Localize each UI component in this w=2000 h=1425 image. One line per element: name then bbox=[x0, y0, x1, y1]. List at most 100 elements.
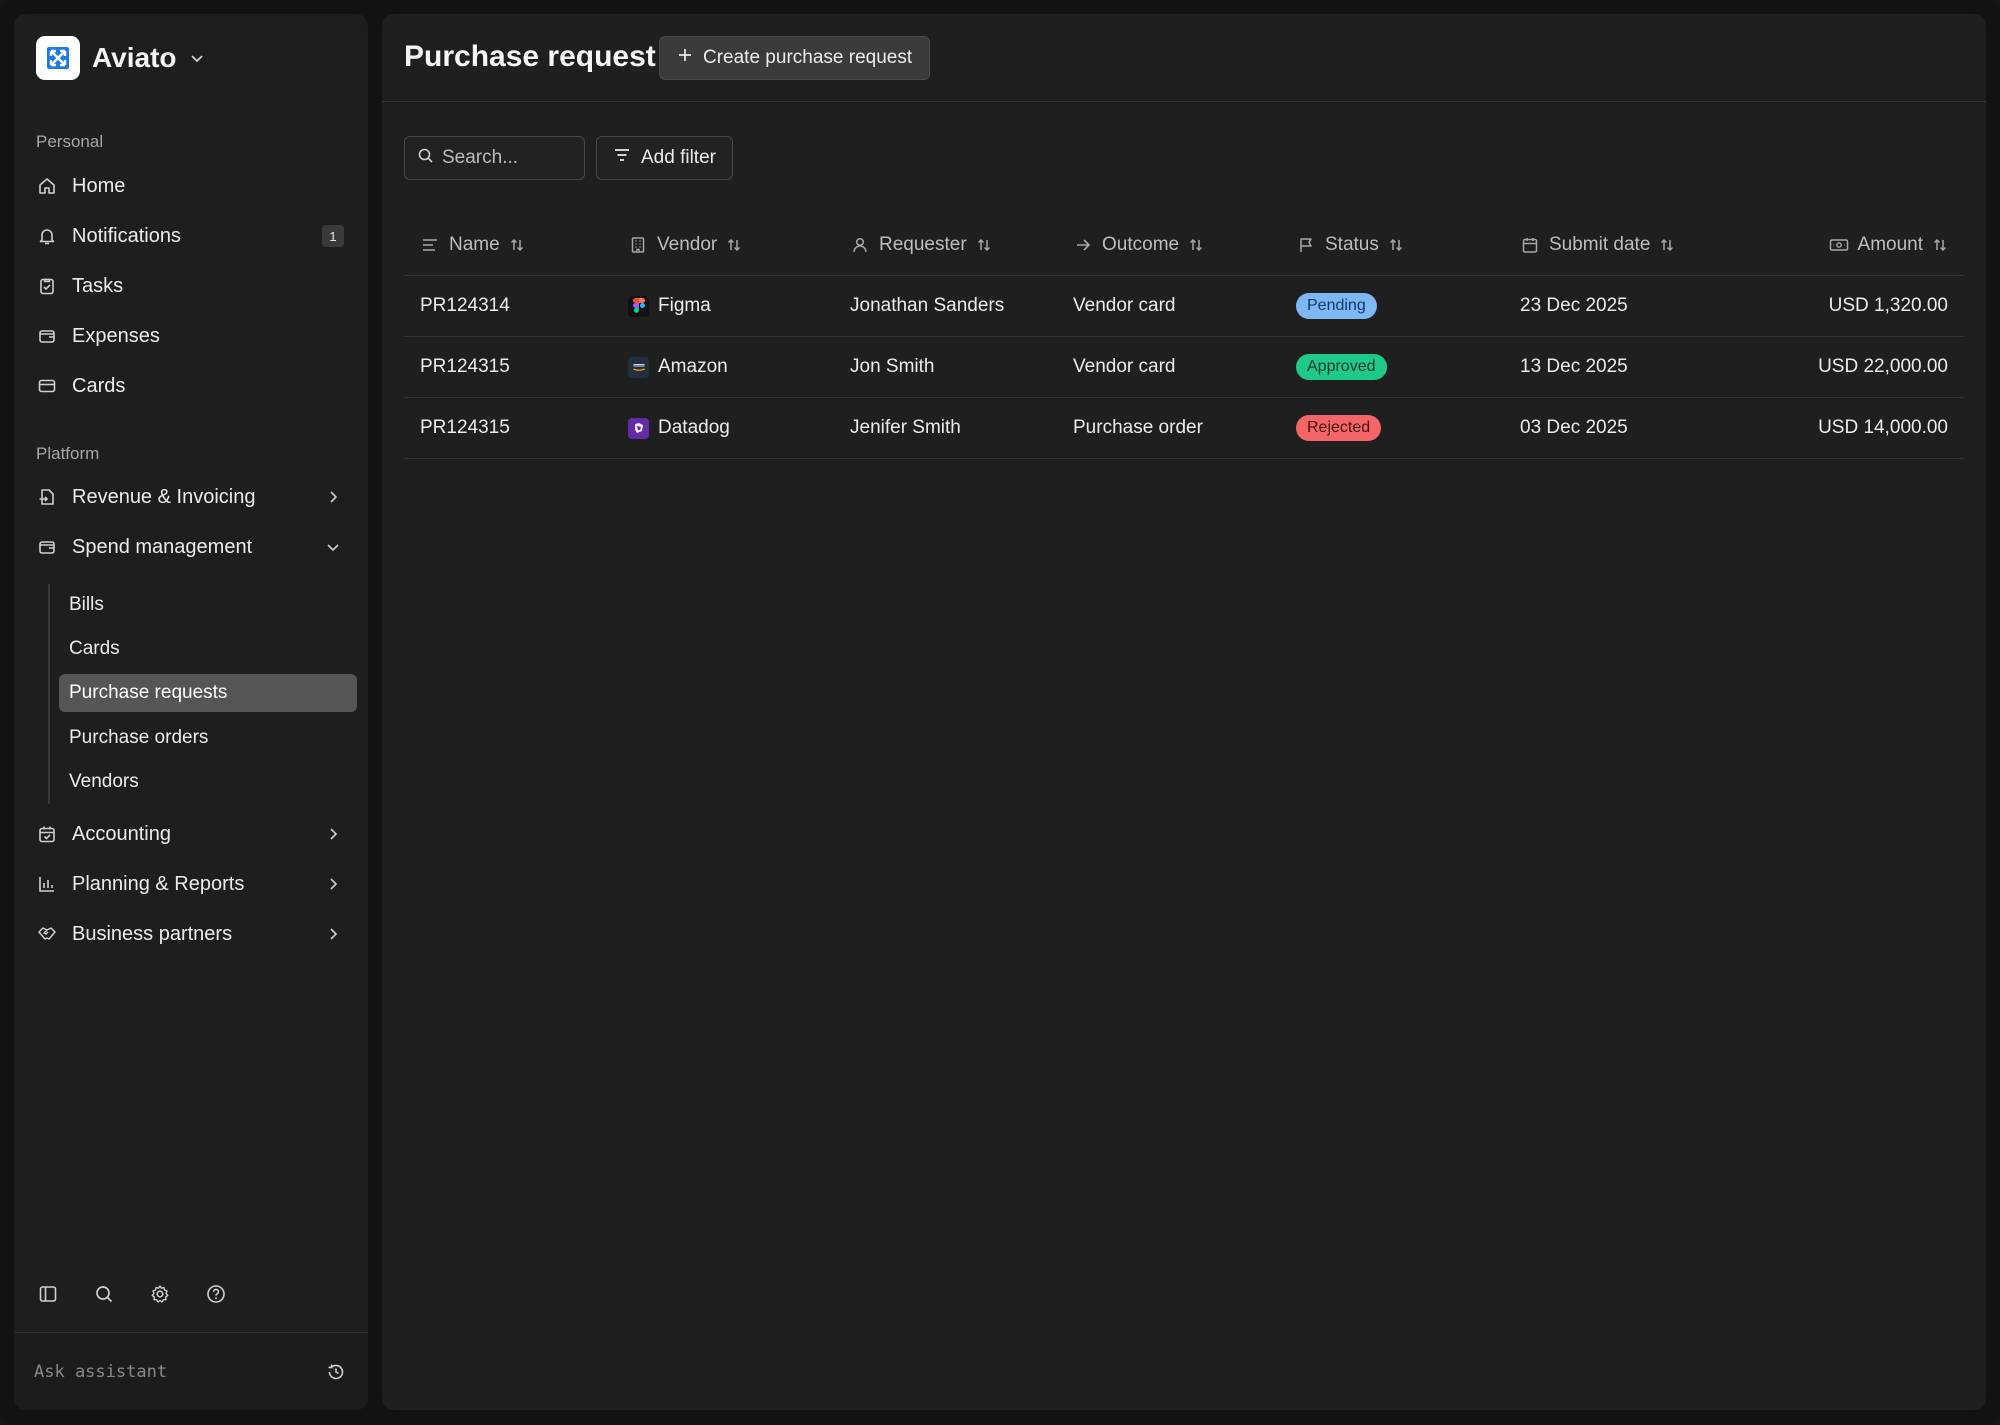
column-label: Submit date bbox=[1549, 233, 1651, 255]
sidebar-item-home[interactable]: Home bbox=[36, 166, 356, 206]
column-header-vendor[interactable]: Vendor bbox=[628, 234, 850, 256]
bell-icon bbox=[36, 225, 58, 247]
create-button-label: Create purchase request bbox=[703, 47, 913, 68]
sidebar-item-label: Expenses bbox=[72, 324, 160, 347]
sidebar: Aviato Personal Home Notifications 1 Tas… bbox=[14, 14, 368, 1410]
sidebar-item-business-partners[interactable]: Business partners bbox=[36, 914, 356, 954]
sidebar-item-label: Planning & Reports bbox=[72, 872, 245, 895]
chevron-right-icon bbox=[322, 486, 344, 508]
aviato-logo-icon bbox=[36, 36, 80, 80]
cell-vendor: Datadog bbox=[628, 417, 850, 439]
history-icon[interactable] bbox=[324, 1360, 348, 1384]
status-badge: Pending bbox=[1296, 293, 1377, 319]
sort-icon[interactable] bbox=[726, 237, 742, 253]
main-panel: Purchase request Create purchase request… bbox=[382, 14, 1986, 1410]
user-icon bbox=[850, 235, 870, 255]
sidebar-item-label: Cards bbox=[72, 374, 126, 397]
sidebar-item-notifications[interactable]: Notifications 1 bbox=[36, 216, 356, 256]
sort-icon[interactable] bbox=[1388, 237, 1404, 253]
sort-icon[interactable] bbox=[1659, 237, 1675, 253]
column-header-status[interactable]: Status bbox=[1296, 234, 1520, 256]
sidebar-subitem-purchase-requests[interactable]: Purchase requests bbox=[59, 674, 357, 712]
chevron-right-icon bbox=[322, 923, 344, 945]
column-header-submit-date[interactable]: Submit date bbox=[1520, 234, 1744, 256]
column-header-requester[interactable]: Requester bbox=[850, 234, 1073, 256]
table-row[interactable]: PR124314 Figma Jonathan Sanders Vendor c… bbox=[404, 276, 1964, 337]
home-icon bbox=[36, 175, 58, 197]
arrow-right-icon bbox=[1073, 235, 1093, 255]
search-icon[interactable] bbox=[92, 1282, 116, 1306]
sidebar-item-label: Revenue & Invoicing bbox=[72, 485, 256, 508]
cell-status: Pending bbox=[1296, 293, 1520, 319]
cell-requester: Jon Smith bbox=[850, 356, 935, 377]
create-purchase-request-button[interactable]: Create purchase request bbox=[659, 36, 931, 80]
search-input[interactable] bbox=[442, 147, 572, 169]
assistant-bar bbox=[14, 1332, 368, 1410]
sidebar-item-label: Notifications bbox=[72, 224, 181, 247]
column-label: Requester bbox=[879, 233, 967, 255]
cell-submit-date: 23 Dec 2025 bbox=[1520, 295, 1628, 316]
calendar-icon bbox=[1520, 235, 1540, 255]
sidebar-subitem-vendors[interactable]: Vendors bbox=[59, 763, 357, 801]
building-icon bbox=[628, 235, 648, 255]
workspace-switcher[interactable]: Aviato bbox=[36, 36, 205, 80]
cell-status: Approved bbox=[1296, 354, 1520, 380]
sort-icon[interactable] bbox=[1932, 237, 1948, 253]
ask-assistant-input[interactable] bbox=[34, 1361, 324, 1382]
datadog-logo-icon bbox=[628, 417, 649, 439]
aws-logo-icon bbox=[628, 356, 649, 378]
submenu-guide-line bbox=[48, 584, 50, 804]
cell-amount: USD 1,320.00 bbox=[1828, 295, 1948, 316]
cell-name: PR124315 bbox=[420, 356, 510, 377]
status-badge: Approved bbox=[1296, 354, 1387, 380]
sort-icon[interactable] bbox=[1188, 237, 1204, 253]
sidebar-subitem-purchase-orders[interactable]: Purchase orders bbox=[59, 719, 357, 757]
gear-icon[interactable] bbox=[148, 1282, 172, 1306]
table-row[interactable]: PR124315 Datadog Jenifer Smith Purchase … bbox=[404, 398, 1964, 459]
handshake-icon bbox=[36, 923, 58, 945]
text-lines-icon bbox=[420, 235, 440, 255]
search-field[interactable] bbox=[404, 136, 585, 180]
column-header-amount[interactable]: Amount bbox=[1744, 234, 1964, 256]
sidebar-toggle-icon[interactable] bbox=[36, 1282, 60, 1306]
cell-outcome: Vendor card bbox=[1073, 295, 1176, 316]
purchase-requests-table: Name Vendor Requester Outcome Status Sub… bbox=[404, 214, 1964, 459]
vendor-name: Datadog bbox=[658, 417, 730, 438]
calendar-check-icon bbox=[36, 823, 58, 845]
add-filter-label: Add filter bbox=[641, 147, 716, 168]
section-label-platform: Platform bbox=[36, 444, 100, 463]
help-icon[interactable] bbox=[204, 1282, 228, 1306]
add-filter-button[interactable]: Add filter bbox=[596, 136, 733, 180]
section-label-personal: Personal bbox=[36, 132, 104, 151]
sidebar-item-expenses[interactable]: Expenses bbox=[36, 316, 356, 356]
column-header-name[interactable]: Name bbox=[404, 234, 628, 256]
bar-chart-icon bbox=[36, 873, 58, 895]
column-label: Name bbox=[449, 233, 500, 255]
sidebar-item-cards[interactable]: Cards bbox=[36, 366, 356, 406]
column-header-outcome[interactable]: Outcome bbox=[1073, 234, 1296, 256]
page-title: Purchase request bbox=[404, 40, 656, 73]
column-label: Outcome bbox=[1102, 233, 1180, 255]
sidebar-item-spend-management[interactable]: Spend management bbox=[36, 527, 356, 567]
cell-vendor: Amazon bbox=[628, 356, 850, 378]
sidebar-item-tasks[interactable]: Tasks bbox=[36, 266, 356, 306]
table-row[interactable]: PR124315 Amazon Jon Smith Vendor card Ap… bbox=[404, 337, 1964, 398]
cell-outcome: Purchase order bbox=[1073, 417, 1203, 438]
sidebar-subitem-bills[interactable]: Bills bbox=[59, 586, 357, 624]
plus-icon bbox=[677, 47, 693, 69]
sort-icon[interactable] bbox=[509, 237, 525, 253]
sidebar-item-accounting[interactable]: Accounting bbox=[36, 814, 356, 854]
sidebar-toolbar bbox=[36, 1282, 228, 1306]
wallet-icon bbox=[36, 536, 58, 558]
page-header: Purchase request Create purchase request bbox=[382, 14, 1986, 102]
sidebar-subitem-cards[interactable]: Cards bbox=[59, 630, 357, 668]
sidebar-item-revenue-invoicing[interactable]: Revenue & Invoicing bbox=[36, 477, 356, 517]
sidebar-item-label: Home bbox=[72, 174, 126, 197]
sidebar-item-planning-reports[interactable]: Planning & Reports bbox=[36, 864, 356, 904]
chevron-right-icon bbox=[322, 823, 344, 845]
clipboard-check-icon bbox=[36, 275, 58, 297]
sidebar-item-label: Accounting bbox=[72, 822, 171, 845]
status-badge: Rejected bbox=[1296, 415, 1382, 441]
notification-count-badge: 1 bbox=[322, 225, 344, 247]
sort-icon[interactable] bbox=[976, 237, 992, 253]
